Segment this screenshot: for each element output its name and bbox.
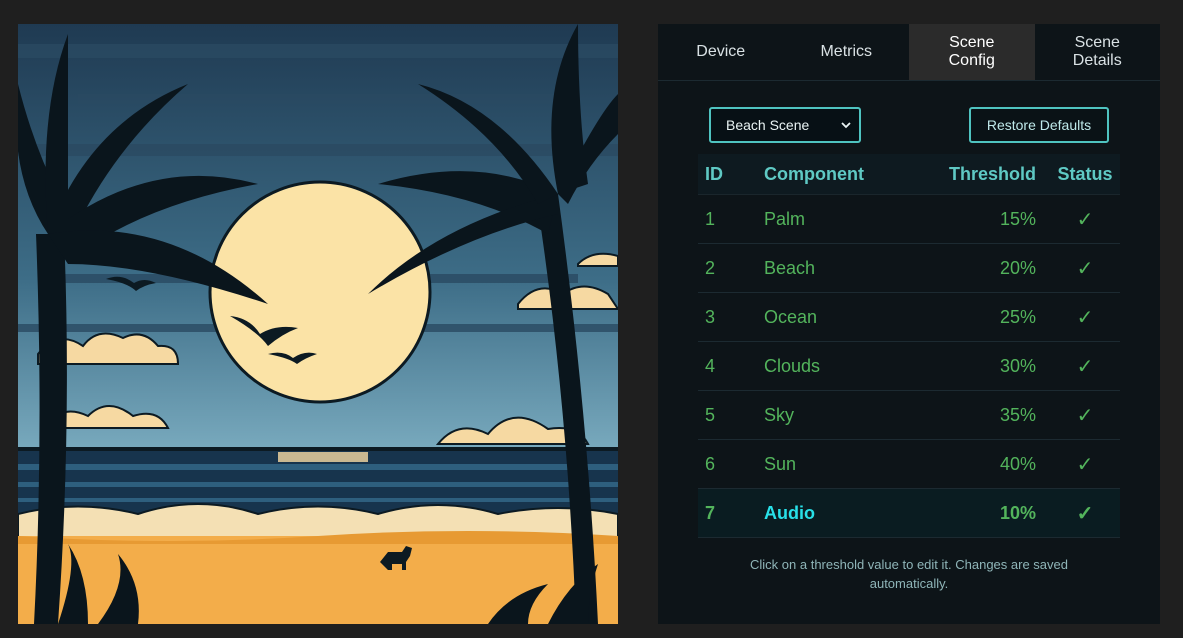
row-component: Sun — [764, 453, 797, 474]
row-id: 3 — [705, 306, 716, 327]
header-component: Component — [764, 163, 864, 184]
row-component: Palm — [764, 208, 806, 229]
check-icon: ✓ — [1076, 257, 1094, 280]
row-id: 2 — [705, 257, 716, 278]
threshold-value[interactable]: 40% — [1000, 454, 1036, 474]
table-row: 5 Sky 35% ✓ — [698, 391, 1120, 440]
threshold-value[interactable]: 15% — [1000, 209, 1036, 229]
tab-metrics-label: Metrics — [820, 43, 873, 60]
table-row: 4 Clouds 30% ✓ — [698, 342, 1120, 391]
scene-select-value: Beach Scene — [726, 117, 810, 133]
row-id: 6 — [705, 453, 716, 474]
table-header: ID Component Threshold Status — [698, 154, 1120, 195]
check-icon: ✓ — [1076, 502, 1094, 525]
tab-device-label: Device — [696, 43, 746, 60]
threshold-value[interactable]: 25% — [1000, 307, 1036, 327]
table-row: 1 Palm 15% ✓ — [698, 195, 1120, 244]
threshold-value[interactable]: 30% — [1000, 356, 1036, 376]
tab-scene-config[interactable]: Scene Config — [909, 24, 1035, 80]
header-id: ID — [705, 163, 723, 184]
restore-defaults-button[interactable]: Restore Defaults — [969, 107, 1109, 143]
table-row: 2 Beach 20% ✓ — [698, 244, 1120, 293]
tab-scene-config-label: Scene Config — [948, 34, 995, 69]
row-id: 5 — [705, 404, 716, 425]
row-id: 1 — [705, 208, 716, 229]
scene-select[interactable]: Beach Scene — [709, 107, 861, 143]
table-row: 3 Ocean 25% ✓ — [698, 293, 1120, 342]
chevron-down-icon — [841, 122, 851, 129]
table-row: 6 Sun 40% ✓ — [698, 440, 1120, 489]
tab-scene-details[interactable]: Scene Details — [1035, 24, 1161, 80]
row-component: Ocean — [764, 306, 818, 327]
threshold-value[interactable]: 10% — [1000, 503, 1036, 523]
row-component: Audio — [764, 502, 815, 523]
header-status: Status — [1057, 163, 1113, 184]
table-row-highlighted: 7 Audio 10% ✓ — [698, 489, 1120, 538]
row-component: Sky — [764, 404, 795, 425]
beach-scene-illustration — [18, 24, 618, 624]
row-id: 4 — [705, 355, 716, 376]
tab-bar: Device Metrics Scene Config Scene Detail… — [658, 24, 1160, 81]
threshold-table: ID Component Threshold Status 1 Palm 15%… — [698, 154, 1120, 538]
row-component: Beach — [764, 257, 816, 278]
tab-device[interactable]: Device — [658, 24, 784, 80]
check-icon: ✓ — [1076, 453, 1094, 476]
tab-scene-details-label: Scene Details — [1072, 34, 1122, 69]
check-icon: ✓ — [1076, 208, 1094, 231]
tab-metrics[interactable]: Metrics — [784, 24, 910, 80]
beach-scene-image — [18, 24, 618, 624]
row-id: 7 — [705, 502, 716, 523]
row-component: Clouds — [764, 355, 821, 376]
scene-config-panel: Device Metrics Scene Config Scene Detail… — [658, 24, 1160, 624]
threshold-value[interactable]: 35% — [1000, 405, 1036, 425]
threshold-value[interactable]: 20% — [1000, 258, 1036, 278]
check-icon: ✓ — [1076, 404, 1094, 427]
header-threshold: Threshold — [948, 163, 1036, 184]
check-icon: ✓ — [1076, 355, 1094, 378]
check-icon: ✓ — [1076, 306, 1094, 329]
scene-controls: Beach Scene Restore Defaults — [709, 107, 1109, 143]
edit-hint: Click on a threshold value to edit it. C… — [750, 557, 1068, 591]
